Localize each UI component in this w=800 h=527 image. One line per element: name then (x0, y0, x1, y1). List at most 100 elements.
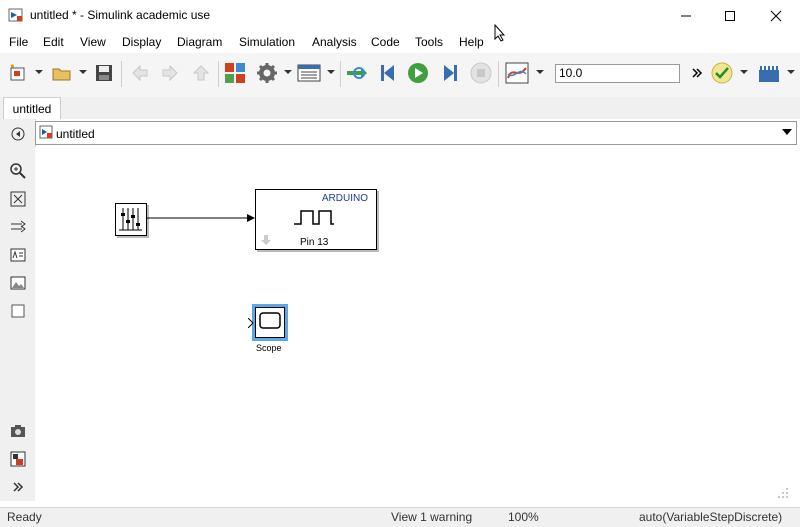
back-arrow-icon (132, 64, 148, 82)
back-circle-icon (11, 127, 25, 141)
model-browser-button[interactable] (9, 450, 27, 468)
model-advisor-button[interactable] (710, 61, 734, 85)
step-forward-button[interactable] (437, 61, 461, 85)
area-button[interactable] (9, 302, 27, 320)
double-chevron-right-icon (13, 482, 24, 492)
arrows-icon (11, 220, 26, 233)
separator (498, 61, 499, 87)
menu-bar: File Edit View Display Diagram Simulatio… (0, 31, 800, 53)
annotation-icon (10, 248, 26, 262)
scope-input-port-icon (248, 318, 254, 328)
run-button[interactable] (406, 61, 430, 85)
model-canvas[interactable] (35, 147, 800, 501)
simulation-data-inspector-button[interactable] (505, 61, 529, 85)
step-forward-icon (444, 65, 457, 81)
up-arrow-icon (192, 65, 210, 81)
arrange-arrows-button[interactable] (9, 218, 27, 236)
back-button[interactable] (128, 61, 152, 85)
run-icon (408, 63, 428, 83)
arduino-label: ARDUINO (321, 193, 368, 204)
minimize-icon (681, 15, 691, 16)
tab-untitled[interactable]: untitled (3, 97, 61, 119)
hide-browser-button[interactable] (9, 125, 27, 143)
pulse-icon (293, 208, 335, 226)
model-browser-icon (10, 451, 26, 467)
signal-line[interactable] (146, 211, 256, 225)
separator (218, 61, 219, 87)
pin-label: Pin 13 (300, 237, 329, 248)
block-palette (0, 119, 36, 501)
mouse-cursor-icon (494, 24, 506, 42)
up-button[interactable] (189, 61, 213, 85)
model-settings-button[interactable] (255, 61, 279, 85)
build-dropdown-icon[interactable] (787, 70, 795, 74)
maximize-button[interactable] (707, 0, 753, 31)
expand-palette-button[interactable] (9, 478, 27, 496)
slider-gain-block[interactable] (115, 203, 147, 236)
menu-view[interactable]: View (80, 35, 106, 49)
close-button[interactable] (753, 0, 799, 31)
window-title: untitled * - Simulink academic use (30, 8, 211, 22)
update-diagram-icon (347, 67, 367, 79)
status-zoom: 100% (508, 510, 539, 524)
menu-display[interactable]: Display (122, 35, 161, 49)
down-arrow-icon (260, 234, 272, 246)
update-diagram-button[interactable] (345, 61, 369, 85)
separator (340, 61, 341, 87)
model-explorer-button[interactable] (297, 61, 321, 85)
folder-icon (52, 68, 71, 81)
build-button[interactable] (757, 61, 781, 85)
step-back-button[interactable] (377, 61, 401, 85)
library-browser-button[interactable] (223, 61, 247, 85)
fit-to-view-icon (10, 191, 26, 207)
separator (121, 61, 122, 87)
settings-dropdown-icon[interactable] (284, 70, 292, 74)
double-chevron-right-icon (692, 68, 703, 78)
toolbar (0, 53, 800, 98)
fit-to-view-button[interactable] (9, 190, 27, 208)
address-dropdown-icon[interactable] (782, 129, 792, 135)
scope-label: Scope (256, 343, 282, 353)
address-path[interactable]: untitled (56, 127, 95, 141)
build-icon (759, 66, 779, 82)
zoom-button[interactable] (9, 162, 27, 180)
save-icon (96, 65, 112, 81)
image-button[interactable] (9, 274, 27, 292)
open-dropdown-icon[interactable] (79, 70, 87, 74)
slider-bank-icon (119, 208, 142, 231)
new-model-icon (10, 64, 25, 81)
explorer-dropdown-icon[interactable] (327, 70, 335, 74)
model-explorer-icon (297, 64, 321, 82)
advisor-dropdown-icon[interactable] (740, 70, 748, 74)
menu-help[interactable]: Help (459, 35, 484, 49)
menu-analysis[interactable]: Analysis (312, 35, 357, 49)
new-dropdown-icon[interactable] (35, 70, 43, 74)
status-warning-link[interactable]: View 1 warning (391, 510, 472, 524)
save-button[interactable] (92, 61, 116, 85)
menu-simulation[interactable]: Simulation (239, 35, 295, 49)
stop-button[interactable] (469, 61, 493, 85)
resize-grip-icon[interactable] (776, 486, 790, 500)
minimize-button[interactable] (663, 0, 709, 31)
menu-tools[interactable]: Tools (415, 35, 443, 49)
forward-button[interactable] (158, 61, 182, 85)
simulink-app-icon (8, 7, 24, 23)
address-bar[interactable] (35, 121, 797, 145)
menu-code[interactable]: Code (371, 35, 400, 49)
menu-diagram[interactable]: Diagram (177, 35, 222, 49)
scope-block[interactable] (255, 307, 285, 338)
data-inspector-icon (505, 62, 529, 84)
status-solver[interactable]: auto(VariableStepDiscrete) (639, 510, 782, 524)
new-model-button[interactable] (6, 61, 30, 85)
stop-time-input[interactable] (555, 64, 680, 83)
menu-file[interactable]: File (9, 35, 28, 49)
screenshot-button[interactable] (9, 422, 27, 440)
area-icon (11, 304, 25, 318)
arduino-digital-output-block[interactable]: ARDUINO Pin 13 (255, 189, 377, 250)
toolbar-overflow-button[interactable] (685, 61, 709, 85)
annotation-button[interactable] (9, 246, 27, 264)
open-button[interactable] (50, 61, 74, 85)
menu-edit[interactable]: Edit (43, 35, 64, 49)
inspector-dropdown-icon[interactable] (536, 70, 544, 74)
forward-arrow-icon (162, 64, 178, 82)
